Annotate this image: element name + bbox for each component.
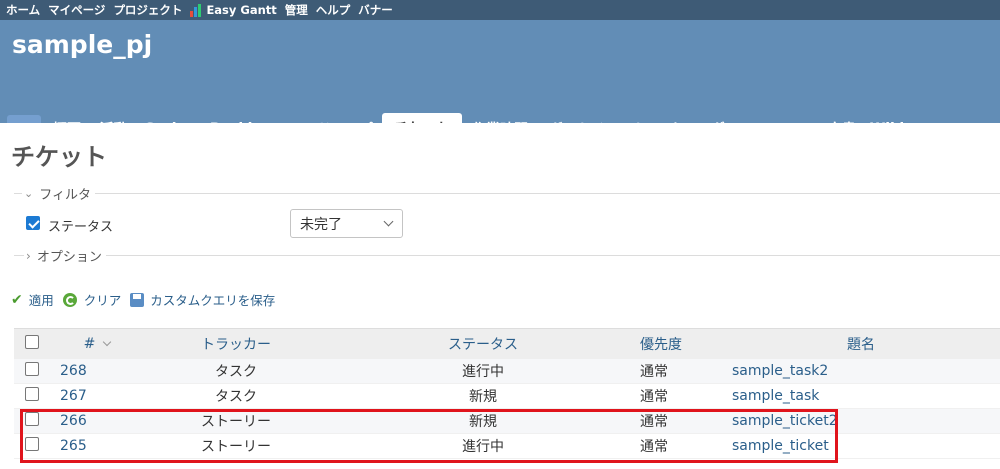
save-icon bbox=[130, 292, 145, 307]
column-header-status[interactable]: ステータス bbox=[338, 328, 628, 359]
select-all-cell bbox=[14, 328, 50, 359]
priority-cell: 通常 bbox=[628, 408, 722, 434]
issue-id-cell: 267 bbox=[50, 383, 134, 409]
tracker-cell: タスク bbox=[134, 358, 338, 384]
priority-cell: 通常 bbox=[628, 383, 722, 409]
option-legend-label: オプション bbox=[36, 250, 102, 265]
top-menu-help[interactable]: ヘルプ bbox=[316, 2, 351, 18]
row-checkbox[interactable] bbox=[25, 361, 39, 376]
easy-gantt-icon bbox=[190, 3, 202, 17]
column-header-tracker[interactable]: トラッカー bbox=[134, 328, 338, 359]
top-menu-easy-gantt-label: Easy Gantt bbox=[206, 3, 277, 17]
top-menu-home[interactable]: ホーム bbox=[6, 2, 40, 18]
checkmark-icon: ✔ bbox=[11, 291, 23, 308]
issue-id-link[interactable]: 267 bbox=[60, 388, 87, 404]
table-row[interactable]: 266 ストーリー 新規 通常 sample_ticket2 bbox=[14, 408, 1000, 434]
table-header-row: # トラッカー ステータス 優先度 題名 bbox=[14, 328, 1000, 359]
row-checkbox[interactable] bbox=[25, 387, 39, 401]
top-menu-easy-gantt[interactable]: Easy Gantt bbox=[190, 3, 277, 17]
row-check-cell bbox=[14, 408, 50, 434]
subject-cell: sample_ticket bbox=[722, 433, 1000, 459]
reload-icon bbox=[62, 292, 77, 307]
row-checkbox[interactable] bbox=[25, 412, 39, 426]
chevron-down-icon: ⌄ bbox=[24, 187, 34, 200]
subject-cell: sample_ticket2 bbox=[722, 408, 1000, 434]
subject-cell: sample_task2 bbox=[722, 358, 1000, 384]
row-check-cell bbox=[14, 383, 50, 409]
top-menu-my-page[interactable]: マイページ bbox=[48, 2, 105, 18]
status-filter-checkbox[interactable] bbox=[26, 216, 40, 230]
row-check-cell bbox=[14, 433, 50, 459]
issue-subject-link[interactable]: sample_ticket bbox=[732, 438, 829, 454]
issue-id-cell: 266 bbox=[50, 408, 134, 434]
issue-id-cell: 265 bbox=[50, 433, 134, 459]
table-row[interactable]: 265 ストーリー 進行中 通常 sample_ticket bbox=[14, 433, 1000, 459]
sort-desc-icon bbox=[103, 337, 112, 346]
chevron-right-icon: › bbox=[26, 248, 31, 263]
apply-button[interactable]: ✔ 適用 bbox=[11, 290, 54, 309]
status-filter-value: 未完了 bbox=[300, 216, 342, 233]
issue-id-link[interactable]: 268 bbox=[60, 363, 87, 379]
tracker-cell: ストーリー bbox=[134, 408, 338, 434]
column-header-subject[interactable]: 題名 bbox=[722, 328, 1000, 359]
status-cell: 新規 bbox=[338, 408, 628, 434]
row-checkbox[interactable] bbox=[25, 437, 39, 451]
apply-label: 適用 bbox=[28, 293, 54, 308]
row-check-cell bbox=[14, 358, 50, 384]
status-filter-label: ステータス bbox=[48, 220, 114, 235]
tracker-cell: ストーリー bbox=[134, 433, 338, 459]
issue-id-link[interactable]: 265 bbox=[60, 438, 87, 454]
table-row[interactable]: 267 タスク 新規 通常 sample_task bbox=[14, 383, 1000, 409]
table-row[interactable]: 268 タスク 進行中 通常 sample_task2 bbox=[14, 358, 1000, 384]
clear-button[interactable]: クリア bbox=[62, 290, 122, 309]
top-menu: ホーム マイページ プロジェクト Easy Gantt 管理 ヘルプ バナー bbox=[0, 0, 1000, 20]
filter-legend-label: フィルタ bbox=[39, 188, 91, 203]
project-header: sample_pj + 概要 活動 Sprint Backlog ロードマップ … bbox=[0, 20, 1000, 143]
status-cell: 新規 bbox=[338, 383, 628, 409]
project-title: sample_pj bbox=[12, 30, 153, 59]
save-query-button[interactable]: カスタムクエリを保存 bbox=[130, 290, 275, 309]
filter-fieldset-border bbox=[14, 193, 1000, 194]
option-legend[interactable]: › オプション bbox=[24, 246, 106, 265]
status-cell: 進行中 bbox=[338, 358, 628, 384]
subject-cell: sample_task bbox=[722, 383, 1000, 409]
column-header-id-label: # bbox=[83, 335, 96, 352]
issue-subject-link[interactable]: sample_task2 bbox=[732, 363, 828, 379]
issue-subject-link[interactable]: sample_ticket2 bbox=[732, 413, 838, 429]
issue-id-cell: 268 bbox=[50, 358, 134, 384]
select-all-checkbox[interactable] bbox=[25, 334, 39, 349]
issue-id-link[interactable]: 266 bbox=[60, 413, 87, 429]
option-fieldset-border bbox=[14, 255, 1000, 256]
issues-table: # トラッカー ステータス 優先度 題名 268 タスク 進行中 通常 samp… bbox=[14, 328, 1000, 459]
column-header-id[interactable]: # bbox=[50, 328, 134, 359]
status-cell: 進行中 bbox=[338, 433, 628, 459]
top-menu-admin[interactable]: 管理 bbox=[285, 2, 308, 18]
priority-cell: 通常 bbox=[628, 358, 722, 384]
top-menu-banner[interactable]: バナー bbox=[358, 2, 393, 18]
chevron-down-icon bbox=[383, 216, 394, 227]
priority-cell: 通常 bbox=[628, 433, 722, 459]
filter-legend[interactable]: ⌄ フィルタ bbox=[22, 184, 95, 203]
save-query-label: カスタムクエリを保存 bbox=[150, 293, 276, 308]
top-menu-projects[interactable]: プロジェクト bbox=[113, 2, 182, 18]
page-title: チケット bbox=[11, 143, 107, 171]
tracker-cell: タスク bbox=[134, 383, 338, 409]
main-content: チケット ⌄ フィルタ ステータス 未完了 › オプション ✔ 適用 クリア カ… bbox=[0, 123, 1000, 469]
clear-label: クリア bbox=[83, 293, 122, 308]
issue-subject-link[interactable]: sample_task bbox=[732, 388, 819, 404]
query-buttons: ✔ 適用 クリア カスタムクエリを保存 bbox=[11, 290, 284, 309]
column-header-priority[interactable]: 優先度 bbox=[628, 328, 722, 359]
status-filter-select[interactable]: 未完了 bbox=[290, 209, 403, 238]
